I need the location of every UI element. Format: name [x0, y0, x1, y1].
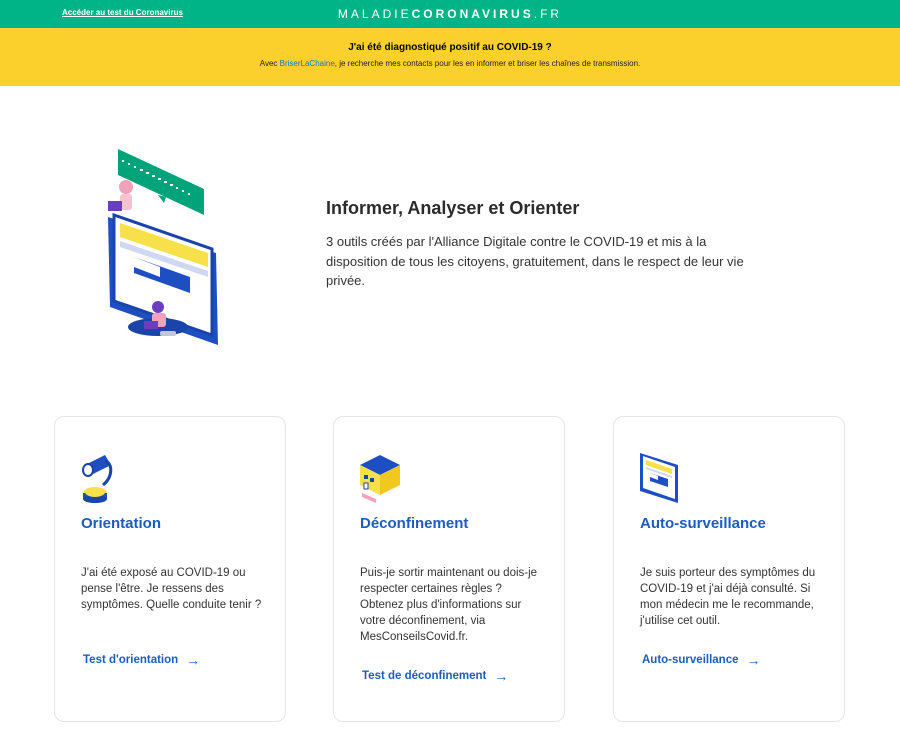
house-icon: [360, 455, 400, 503]
arrow-right-icon: →: [494, 668, 509, 684]
banner-text-after: , je recherche mes contacts pour les en …: [334, 59, 641, 68]
banner-title: J'ai été diagnostiqué positif au COVID-1…: [348, 42, 552, 53]
lamp-icon: [82, 455, 113, 503]
card-description: Je suis porteur des symptômes du COVID-1…: [640, 567, 816, 627]
hero-title: Informer, Analyser et Orienter: [326, 198, 580, 218]
banner-text: Avec BriserLaChaine, je recherche mes co…: [0, 59, 900, 68]
card-title: Orientation: [81, 515, 162, 532]
hero-description: 3 outils créés par l'Alliance Digitale c…: [326, 234, 744, 288]
banner-text-before: Avec: [259, 59, 280, 68]
link-label: Test de déconfinement: [362, 670, 487, 682]
card-title: Auto-surveillance: [640, 515, 766, 532]
card-orientation: Orientation J'ai été exposé au COVID-19 …: [54, 416, 286, 722]
card-deconfinement: Déconfinement Puis-je sortir maintenant …: [333, 416, 565, 722]
top-bar: Accéder au test du Coronavirus MALADIECO…: [0, 0, 900, 28]
card-auto-surveillance: Auto-surveillance Je suis porteur des sy…: [613, 416, 845, 722]
site-brand[interactable]: MALADIECORONAVIRUS.FR: [0, 7, 900, 21]
contact-tracing-banner: J'ai été diagnostiqué positif au COVID-1…: [0, 28, 900, 86]
card-description: J'ai été exposé au COVID-19 ou pense l'ê…: [81, 567, 262, 611]
card-title: Déconfinement: [360, 515, 469, 532]
card-description: Puis-je sortir maintenant ou dois-je res…: [360, 567, 538, 643]
brand-light: MALADIE: [337, 7, 412, 21]
link-label: Test d'orientation: [83, 654, 179, 666]
briser-la-chaine-link[interactable]: BriserLaChaine: [280, 59, 335, 68]
deconfinement-test-link[interactable]: Test de déconfinement →: [362, 668, 509, 684]
arrow-right-icon: →: [186, 652, 201, 668]
brand-bold: CORONAVIRUS: [411, 7, 534, 21]
auto-surveillance-link[interactable]: Auto-surveillance →: [642, 652, 761, 668]
monitor-people-illustration-icon: [108, 149, 218, 345]
link-label: Auto-surveillance: [642, 654, 739, 666]
arrow-right-icon: →: [746, 652, 761, 668]
monitor-icon: [640, 453, 678, 503]
orientation-test-link[interactable]: Test d'orientation →: [83, 652, 201, 668]
brand-suffix: .FR: [533, 7, 563, 21]
